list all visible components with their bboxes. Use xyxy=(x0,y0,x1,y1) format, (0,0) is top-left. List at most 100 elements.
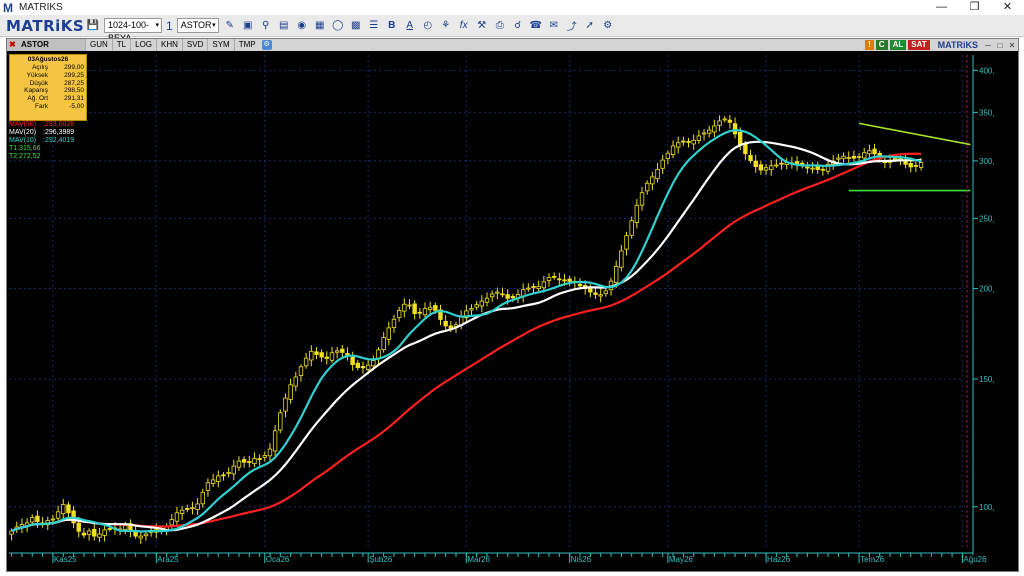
table-icon[interactable]: ▩ xyxy=(349,19,363,33)
candle-body xyxy=(417,311,423,314)
circle-icon[interactable]: ◯ xyxy=(331,19,345,33)
close-chart-icon[interactable]: ✕ xyxy=(1006,41,1018,50)
info-row: Yüksek 299,25 xyxy=(26,71,84,79)
candle-body xyxy=(732,123,738,135)
arrow-icon[interactable]: ➚ xyxy=(583,19,597,33)
underline-icon[interactable]: A xyxy=(403,19,417,33)
candle-body xyxy=(489,293,495,298)
candle-body xyxy=(169,519,174,526)
candle-body xyxy=(76,522,81,532)
search-icon[interactable]: ☌ xyxy=(511,19,525,33)
time-icon[interactable]: ◴ xyxy=(421,19,435,33)
candle-body xyxy=(603,290,609,294)
chart-plot-area[interactable]: 400, 350, 300, 250, 200, 150, 100, Kas25 Ara25 Oc… xyxy=(7,51,1018,571)
tab-sym[interactable]: SYM xyxy=(207,39,233,51)
candle-body xyxy=(670,145,676,156)
candle-body xyxy=(484,297,490,303)
candle-body xyxy=(551,276,557,278)
candle-body xyxy=(619,250,624,268)
candle-body xyxy=(681,140,686,143)
x-tick-label: Ara25 xyxy=(157,555,179,564)
buy-button[interactable]: AL xyxy=(889,40,907,50)
zoom-icon[interactable]: ⚲ xyxy=(259,19,273,33)
candle-body xyxy=(748,155,753,162)
tab-khn[interactable]: KHN xyxy=(156,39,182,51)
candle-body xyxy=(97,533,102,538)
candle-body xyxy=(665,152,671,160)
candle-body xyxy=(324,356,330,359)
candle-body xyxy=(66,504,71,514)
candle-body xyxy=(676,142,681,148)
candle-body xyxy=(474,304,479,308)
chart-count-select[interactable]: 1 xyxy=(166,19,173,33)
y-tick-label: 400, xyxy=(979,66,995,75)
gear-icon[interactable]: ⚙ xyxy=(261,40,272,50)
candle-body xyxy=(774,164,779,167)
candle-body xyxy=(283,397,288,412)
candle-body xyxy=(495,291,500,294)
candle-body xyxy=(221,474,226,477)
symbol-select[interactable]: ASTOR ▾ xyxy=(176,18,219,33)
window-icon[interactable]: ▣ xyxy=(241,19,255,33)
candle-body xyxy=(427,306,433,310)
grid-icon[interactable]: ▦ xyxy=(313,19,327,33)
candle-body xyxy=(851,155,857,159)
candle-body xyxy=(738,131,743,146)
alert-icon[interactable]: ! xyxy=(865,40,874,50)
candle-body xyxy=(546,277,552,281)
candle-body xyxy=(893,158,898,160)
tab-log[interactable]: LOG xyxy=(130,39,156,51)
candle-body xyxy=(639,192,645,206)
palette-icon[interactable]: ◉ xyxy=(295,19,309,33)
candle-body xyxy=(846,156,851,159)
candle-body xyxy=(50,518,56,521)
close-icon[interactable]: ✖ xyxy=(9,39,16,51)
candle-body xyxy=(138,535,143,539)
candle-body xyxy=(185,508,190,510)
candle-body xyxy=(557,278,562,281)
close-button[interactable]: ✕ xyxy=(991,0,1024,15)
indicator-legend: MAV(50):293,0026 MAV(20):296,3989 MAV(10… xyxy=(9,121,74,161)
refresh-icon[interactable]: C xyxy=(875,40,888,50)
price-chart[interactable]: 400, 350, 300, 250, 200, 150, 100, Kas25 Ara25 Oc… xyxy=(7,51,1018,571)
x-tick-label: Şub26 xyxy=(369,555,393,564)
candle-body xyxy=(872,148,877,155)
candle-body xyxy=(913,165,919,167)
minimize-chart-icon[interactable]: ─ xyxy=(982,41,994,50)
save-icon[interactable]: 💾 xyxy=(86,19,100,33)
candle-body xyxy=(314,351,319,355)
candle-body xyxy=(216,475,221,483)
print-icon[interactable]: ⎙ xyxy=(493,19,507,33)
tab-tmp[interactable]: TMP xyxy=(233,39,260,51)
tab-tl[interactable]: TL xyxy=(111,39,130,51)
candle-body xyxy=(340,348,345,353)
chart-tab-bar: ✖ ASTOR GUN TL LOG KHN SVD SYM TMP ⚙ ! C … xyxy=(7,39,1018,51)
settings-icon[interactable]: ⚙ xyxy=(601,19,615,33)
title-bar: M MATRIKS — ❐ ✕ xyxy=(0,0,1024,15)
indicator-icon[interactable]: ☰ xyxy=(367,19,381,33)
chart-symbol-tab[interactable]: ✖ ASTOR xyxy=(7,39,85,51)
bold-icon[interactable]: B xyxy=(385,19,399,33)
alarm-icon[interactable]: ☎ xyxy=(529,19,543,33)
tab-svd[interactable]: SVD xyxy=(181,39,207,51)
fx-icon[interactable]: fx xyxy=(457,19,471,33)
candle-body xyxy=(92,528,97,537)
pencil-icon[interactable]: ✎ xyxy=(223,19,237,33)
info-row: Düşük 287,25 xyxy=(29,79,84,87)
maximize-chart-icon[interactable]: □ xyxy=(994,41,1006,50)
candle-body xyxy=(391,318,397,329)
candle-body xyxy=(319,352,324,358)
layout-select[interactable]: 1024-100-BEYA▾ xyxy=(104,18,162,43)
scanner-icon[interactable]: ⚘ xyxy=(439,19,453,33)
maximize-button[interactable]: ❐ xyxy=(958,0,991,15)
candle-body xyxy=(686,141,691,143)
tools-icon[interactable]: ⚒ xyxy=(475,19,489,33)
candle-body xyxy=(174,512,180,522)
ohlc-info-box: 03Ağustos26 Açılış 299,00 Yüksek 299,25 Dü… xyxy=(9,54,87,121)
sell-button[interactable]: SAT xyxy=(908,40,930,50)
news-icon[interactable]: ✉ xyxy=(547,19,561,33)
tab-gun[interactable]: GUN xyxy=(85,39,112,51)
chart-type-icon[interactable]: ▤ xyxy=(277,19,291,33)
chart-line-icon[interactable]: ⤴ xyxy=(565,19,579,33)
minimize-button[interactable]: — xyxy=(925,0,958,15)
